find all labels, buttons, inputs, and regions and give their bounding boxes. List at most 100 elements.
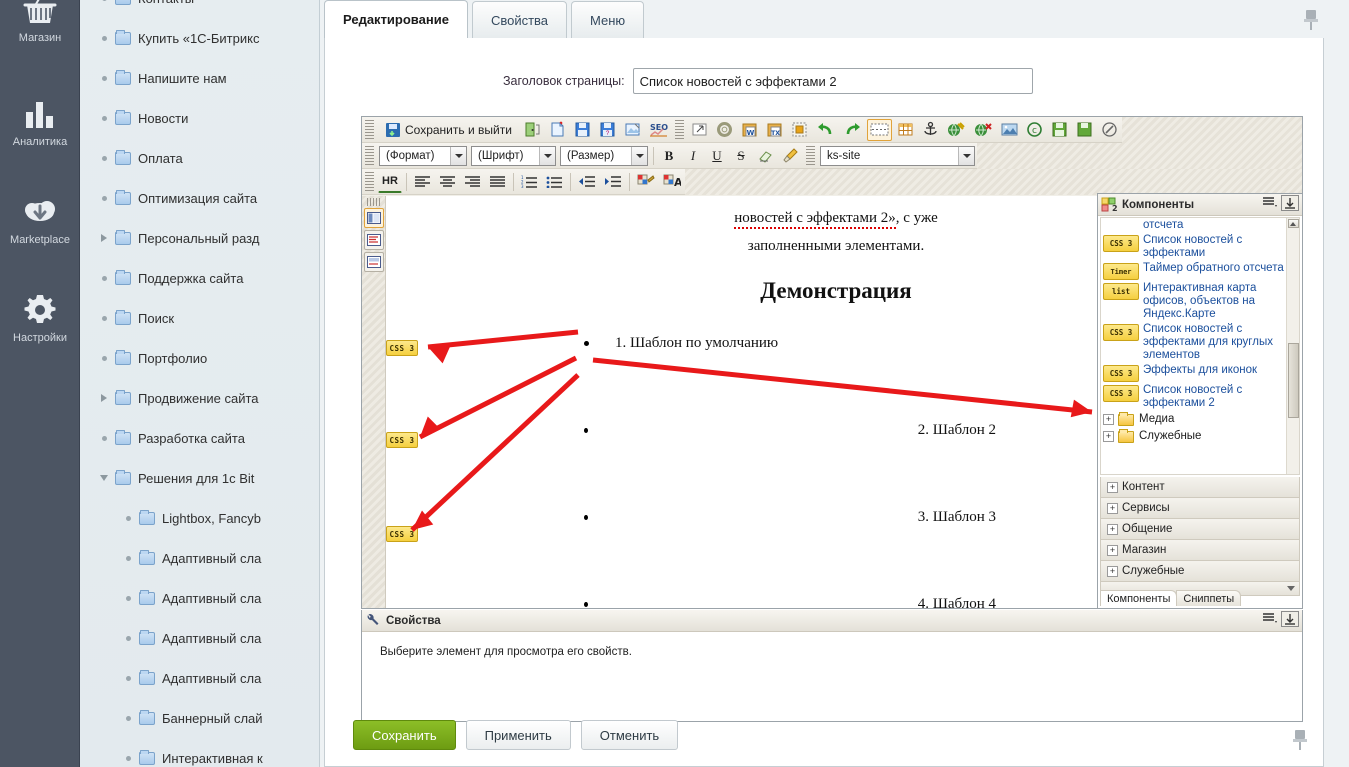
paste-text-icon[interactable]: TX	[763, 119, 786, 141]
tab-edit[interactable]: Редактирование	[324, 0, 468, 38]
component-list-item[interactable]: CSS 3Эффекты для иконок	[1101, 363, 1286, 383]
bullet-icon[interactable]	[120, 630, 136, 646]
chevron-down-icon[interactable]	[450, 147, 466, 165]
tree-item[interactable]: Контакты	[80, 0, 319, 18]
rail-item-analytics[interactable]: Аналитика	[0, 90, 80, 180]
grip-icon[interactable]	[365, 120, 374, 140]
tree-item[interactable]: Адаптивный сла	[80, 658, 319, 698]
components-scroll-thumb[interactable]	[1288, 343, 1299, 418]
components-tab-snippets[interactable]: Сниппеты	[1176, 590, 1241, 606]
tree-item[interactable]: Персональный разд	[80, 218, 319, 258]
unlink-icon[interactable]	[971, 119, 996, 141]
exit-door-icon[interactable]	[521, 119, 544, 141]
bg-color-icon[interactable]	[634, 171, 658, 193]
new-page-icon[interactable]	[546, 119, 569, 141]
bullet-icon[interactable]	[96, 150, 112, 166]
component-list-item[interactable]: CSS 3Список новостей с эффектами	[1101, 233, 1286, 261]
collapse-down-icon-2[interactable]	[1281, 611, 1299, 630]
tree-item[interactable]: Купить «1С-Битрикс	[80, 18, 319, 58]
bullet-icon[interactable]	[96, 270, 112, 286]
expand-plus-icon[interactable]: +	[1103, 414, 1114, 425]
save-and-exit-button[interactable]: Сохранить и выйти	[378, 119, 519, 141]
align-justify-icon[interactable]	[486, 171, 509, 193]
tree-item[interactable]: Адаптивный сла	[80, 538, 319, 578]
component-list-item[interactable]: listИнтерактивная карта офисов, объектов…	[1101, 281, 1286, 322]
grip-icon-3[interactable]	[365, 146, 374, 166]
save-as-icon[interactable]: ?	[596, 119, 619, 141]
brush-icon[interactable]	[779, 145, 802, 167]
tree-item[interactable]: Интерактивная к	[80, 738, 319, 767]
view-split-icon[interactable]	[364, 252, 384, 272]
bullet-icon[interactable]	[120, 550, 136, 566]
font-color-icon[interactable]: A	[660, 171, 684, 193]
site-structure-tree[interactable]: КонтактыКупить «1С-БитриксНапишите намНо…	[80, 0, 320, 767]
chevron-right-icon[interactable]	[96, 230, 112, 246]
cancel-button[interactable]: Отменить	[581, 720, 678, 750]
tab-properties[interactable]: Свойства	[472, 1, 567, 38]
apply-button[interactable]: Применить	[466, 720, 571, 750]
table-icon[interactable]	[894, 119, 917, 141]
paste-word-icon[interactable]: W	[738, 119, 761, 141]
anchor-icon[interactable]	[919, 119, 942, 141]
component-category[interactable]: +Магазин	[1100, 540, 1300, 561]
pin-icon-bottom[interactable]	[1292, 730, 1308, 750]
bullet-icon[interactable]	[96, 70, 112, 86]
bullet-icon[interactable]	[120, 710, 136, 726]
components-list[interactable]: отсчетаCSS 3Список новостей с эффектамиT…	[1100, 217, 1300, 475]
rail-item-settings[interactable]: Настройки	[0, 286, 80, 376]
tree-item[interactable]: Оптимизация сайта	[80, 178, 319, 218]
size-dropdown[interactable]: (Размер)	[560, 146, 648, 166]
eraser-icon[interactable]	[754, 145, 777, 167]
tree-item[interactable]: Поиск	[80, 298, 319, 338]
seo-icon[interactable]: SEO	[646, 119, 671, 141]
rail-item-shop[interactable]: Магазин	[0, 0, 80, 76]
tree-item[interactable]: Адаптивный сла	[80, 578, 319, 618]
settings-gear-icon[interactable]	[713, 119, 736, 141]
component-list-item[interactable]: отсчета	[1101, 218, 1286, 233]
chevron-right-icon[interactable]	[96, 390, 112, 406]
component-category[interactable]: +Общение	[1100, 519, 1300, 540]
save-button[interactable]: Сохранить	[353, 720, 456, 750]
tree-item[interactable]: Решения для 1с Bit	[80, 458, 319, 498]
tree-item[interactable]: Новости	[80, 98, 319, 138]
bullet-icon[interactable]	[120, 750, 136, 766]
tree-item[interactable]: Баннерный слай	[80, 698, 319, 738]
save-icon[interactable]	[571, 119, 594, 141]
expand-plus-icon[interactable]: +	[1107, 545, 1118, 556]
bullet-icon[interactable]	[96, 430, 112, 446]
component-folder[interactable]: +Служебные	[1101, 428, 1286, 445]
strikethrough-button[interactable]: S	[730, 145, 752, 167]
resize-icon[interactable]	[688, 119, 711, 141]
chevron-down-icon-3[interactable]	[631, 147, 647, 165]
grip-icon-4[interactable]	[806, 146, 815, 166]
bullet-icon[interactable]	[120, 670, 136, 686]
site-dropdown[interactable]: ks-site	[820, 146, 975, 166]
bullet-icon[interactable]	[96, 30, 112, 46]
bullet-icon[interactable]	[96, 190, 112, 206]
component-folder[interactable]: +Медиа	[1101, 411, 1286, 428]
bullet-icon[interactable]	[96, 310, 112, 326]
image-icon[interactable]	[998, 119, 1021, 141]
undo-icon[interactable]	[813, 119, 838, 141]
horizontal-rule-button[interactable]: HR	[378, 171, 402, 193]
component-category[interactable]: +Сервисы	[1100, 498, 1300, 519]
indent-icon[interactable]	[601, 171, 625, 193]
component-category[interactable]: +Служебные	[1100, 561, 1300, 582]
expand-plus-icon[interactable]: +	[1103, 431, 1114, 442]
components-list-scrollbar[interactable]	[1286, 218, 1299, 474]
component-list-item[interactable]: TimerТаймер обратного отсчета	[1101, 261, 1286, 281]
view-list-icon[interactable]	[364, 230, 384, 250]
bullet-icon[interactable]	[120, 590, 136, 606]
collapse-down-icon[interactable]	[1281, 195, 1299, 214]
rail-item-marketplace[interactable]: Marketplace	[0, 188, 80, 278]
tree-item[interactable]: Оплата	[80, 138, 319, 178]
ordered-list-icon[interactable]: 123	[518, 171, 541, 193]
format-dropdown[interactable]: (Формат)	[379, 146, 467, 166]
pencil-circle-icon[interactable]	[1098, 119, 1121, 141]
expand-plus-icon[interactable]: +	[1107, 482, 1118, 493]
outdent-icon[interactable]	[575, 171, 599, 193]
align-center-icon[interactable]	[436, 171, 459, 193]
bullet-icon[interactable]	[96, 0, 112, 6]
grip-icon-2[interactable]	[675, 120, 684, 140]
align-left-icon[interactable]	[411, 171, 434, 193]
